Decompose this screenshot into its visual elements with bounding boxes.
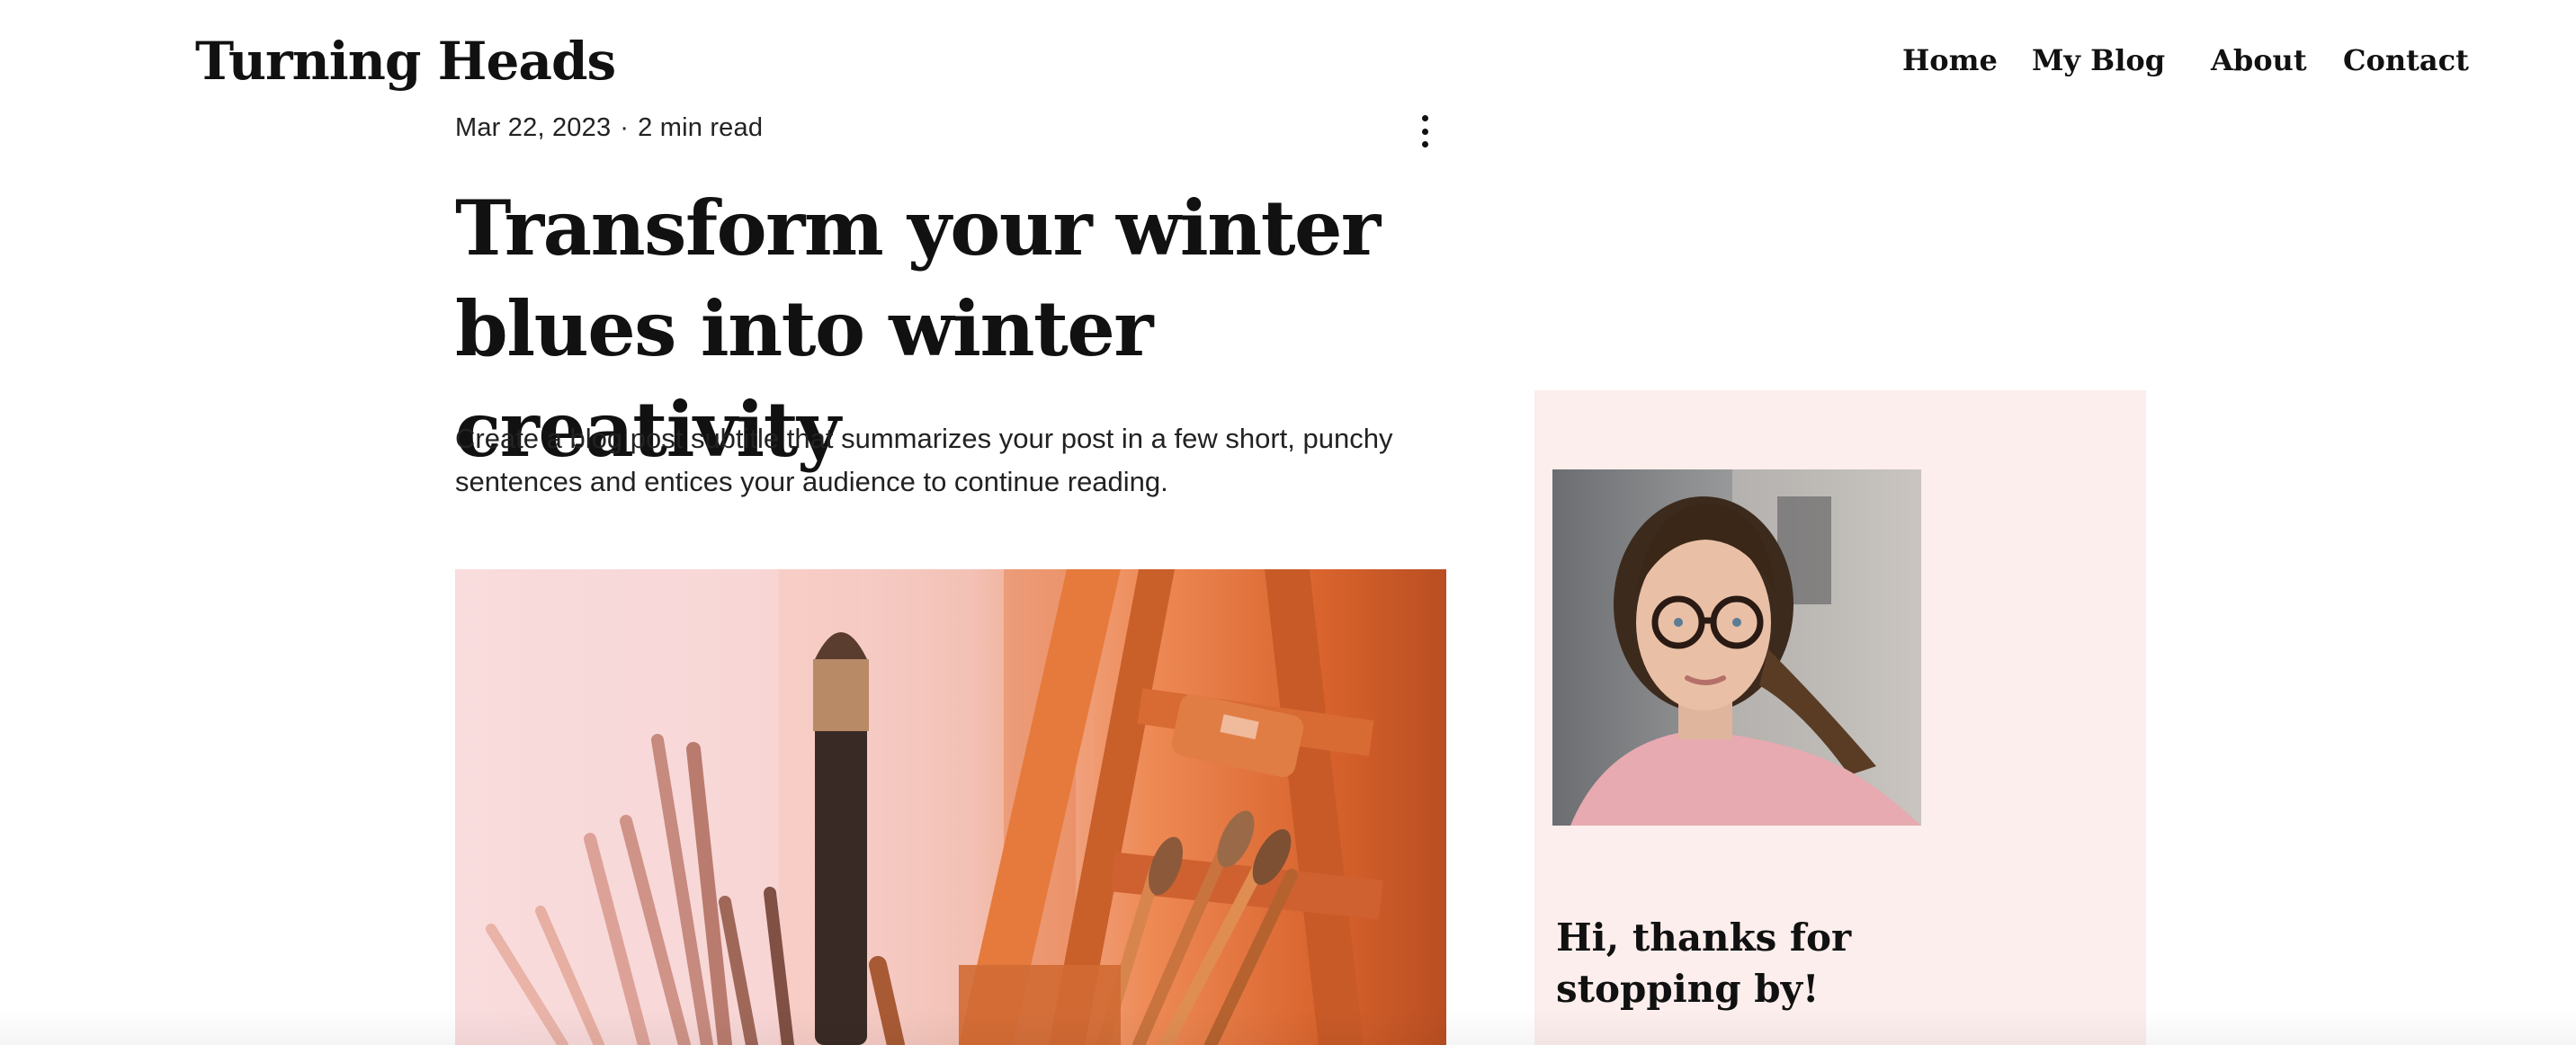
nav-item-about[interactable]: About	[2211, 43, 2307, 83]
nav-item-home[interactable]: Home	[1902, 43, 1998, 83]
site-logo[interactable]: Turning Heads	[195, 31, 616, 92]
post-subtitle: Create a blog post subtitle that summari…	[455, 423, 1393, 497]
post-read-time: 2 min read	[638, 113, 764, 142]
woman-with-glasses-illustration	[1570, 469, 1921, 826]
sidebar-greeting: Hi, thanks for stopping by!	[1556, 915, 1852, 1011]
nav-link-about[interactable]: About	[2211, 43, 2307, 77]
more-actions-button[interactable]	[1414, 115, 1436, 147]
meta-separator: ·	[620, 113, 630, 142]
author-photo	[1552, 469, 1921, 826]
more-vertical-icon	[1421, 115, 1428, 121]
paintbrushes-illustration	[486, 569, 1383, 1045]
nav-link-my-blog[interactable]: My Blog	[2032, 43, 2165, 77]
nav-item-my-blog[interactable]: My Blog	[2032, 43, 2165, 83]
post-meta: Mar 22, 2023 · 2 min read	[455, 113, 763, 143]
post-date: Mar 22, 2023	[455, 113, 612, 142]
nav-item-contact[interactable]: Contact	[2343, 43, 2469, 83]
author-sidebar: Hi, thanks for stopping by!	[1534, 390, 2146, 1045]
post-hero-image	[455, 569, 1446, 1045]
nav-link-contact[interactable]: Contact	[2343, 43, 2469, 77]
nav-link-home[interactable]: Home	[1902, 43, 1998, 77]
